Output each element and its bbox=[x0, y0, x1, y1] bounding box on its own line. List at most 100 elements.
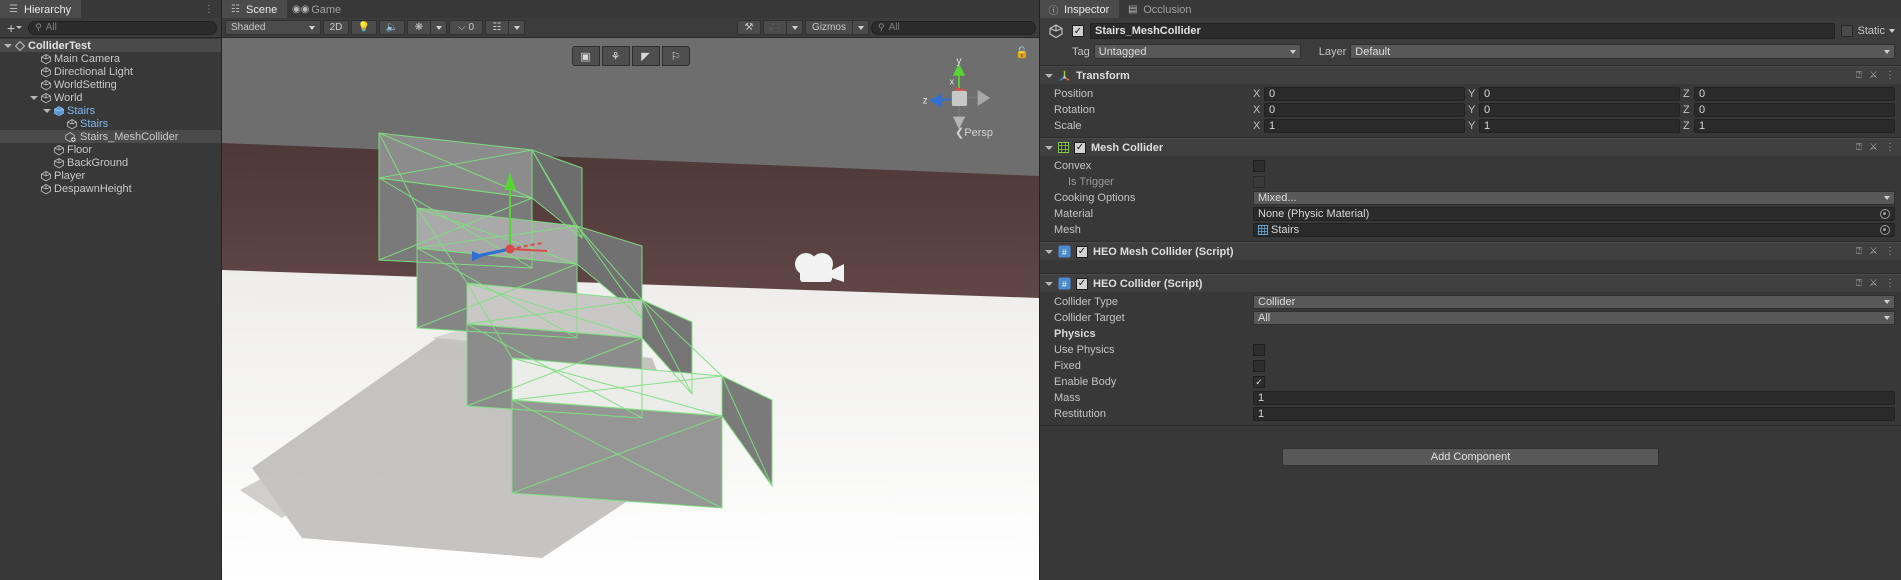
component-enabled-checkbox[interactable]: ✓ bbox=[1074, 141, 1086, 154]
object-picker-icon[interactable] bbox=[1880, 209, 1890, 219]
help-icon[interactable]: ⍰ bbox=[1856, 142, 1862, 153]
object-picker-icon[interactable] bbox=[1880, 225, 1890, 235]
grid-visibility-icon[interactable]: ☷ bbox=[485, 20, 509, 35]
hierarchy-item-floor[interactable]: Floor bbox=[0, 143, 221, 156]
toggle-2d-button[interactable]: 2D bbox=[323, 20, 349, 35]
hierarchy-item-world[interactable]: World bbox=[0, 91, 221, 104]
mass-input[interactable]: 1 bbox=[1253, 391, 1895, 405]
component-header[interactable]: ✓ Mesh Collider ⍰ ⚔ ⋮ bbox=[1040, 138, 1901, 156]
preset-icon[interactable]: ⚔ bbox=[1869, 246, 1878, 257]
component-header[interactable]: # ✓ HEO Collider (Script) ⍰ ⚔ ⋮ bbox=[1040, 274, 1901, 292]
help-icon[interactable]: ⍰ bbox=[1856, 70, 1862, 81]
tab-scene[interactable]: ☷ Scene bbox=[222, 0, 288, 18]
help-icon[interactable]: ⍰ bbox=[1856, 278, 1862, 289]
tag-dropdown[interactable]: Untagged bbox=[1093, 44, 1301, 59]
component-header[interactable]: Transform ⍰ ⚔ ⋮ bbox=[1040, 66, 1901, 84]
scene-tools-icon[interactable]: ⚒ bbox=[737, 20, 761, 35]
paint-tool-icon[interactable]: ◤ bbox=[631, 46, 660, 66]
hierarchy-item-directional-light[interactable]: Directional Light bbox=[0, 65, 221, 78]
rotation-x-input[interactable]: 0 bbox=[1264, 103, 1465, 117]
hierarchy-item-stairs[interactable]: Stairs bbox=[0, 117, 221, 130]
kebab-menu-icon[interactable]: ⋮ bbox=[1885, 142, 1895, 153]
light-probe-icon[interactable]: ⚘ bbox=[601, 46, 630, 66]
expand-arrow-icon[interactable] bbox=[1045, 73, 1053, 78]
create-object-button[interactable]: + bbox=[4, 21, 25, 35]
static-checkbox[interactable] bbox=[1841, 25, 1854, 37]
scale-z-input[interactable]: 1 bbox=[1694, 119, 1895, 133]
hierarchy-item-collidertest[interactable]: ColliderTest bbox=[0, 39, 221, 52]
scale-y-input[interactable]: 1 bbox=[1479, 119, 1680, 133]
rotation-y-input[interactable]: 0 bbox=[1479, 103, 1680, 117]
hierarchy-item-stairs-meshcollider[interactable]: Stairs_MeshCollider bbox=[0, 130, 221, 143]
hierarchy-item-player[interactable]: Player bbox=[0, 169, 221, 182]
flag-tool-icon[interactable]: ⚐ bbox=[661, 46, 690, 66]
expand-arrow-icon[interactable] bbox=[2, 43, 13, 48]
hierarchy-item-despawnheight[interactable]: DespawnHeight bbox=[0, 182, 221, 195]
expand-arrow-icon[interactable] bbox=[28, 95, 39, 100]
hierarchy-item-background[interactable]: BackGround bbox=[0, 156, 221, 169]
restitution-input[interactable]: 1 bbox=[1253, 407, 1895, 421]
kebab-menu-icon[interactable]: ⋮ bbox=[1885, 70, 1895, 81]
expand-arrow-icon[interactable] bbox=[41, 108, 52, 113]
material-object-field[interactable]: None (Physic Material) bbox=[1253, 207, 1895, 221]
chevron-down-icon[interactable] bbox=[431, 20, 447, 35]
scale-x-input[interactable]: 1 bbox=[1264, 119, 1465, 133]
component-header[interactable]: # ✓ HEO Mesh Collider (Script) ⍰ ⚔ ⋮ bbox=[1040, 242, 1901, 260]
collider-type-dropdown[interactable]: Collider bbox=[1253, 295, 1895, 309]
hierarchy-item-stairs[interactable]: Stairs bbox=[0, 104, 221, 117]
kebab-menu-icon[interactable]: ⋮ bbox=[1885, 278, 1895, 289]
object-enabled-checkbox[interactable]: ✓ bbox=[1072, 25, 1084, 37]
hidden-objects-button[interactable]: ⌵ 0 bbox=[449, 20, 483, 35]
scene-projection-label[interactable]: ❮Persp bbox=[955, 126, 993, 139]
expand-arrow-icon[interactable] bbox=[1045, 281, 1053, 286]
convex-checkbox[interactable] bbox=[1253, 160, 1265, 172]
rotation-z-input[interactable]: 0 bbox=[1694, 103, 1895, 117]
hierarchy-item-main-camera[interactable]: Main Camera bbox=[0, 52, 221, 65]
object-name-input[interactable]: Stairs_MeshCollider bbox=[1090, 23, 1836, 39]
enable-body-checkbox[interactable]: ✓ bbox=[1253, 376, 1265, 388]
tab-occlusion[interactable]: ▤ Occlusion bbox=[1119, 0, 1202, 18]
static-toggle[interactable]: Static bbox=[1841, 25, 1895, 37]
help-icon[interactable]: ⍰ bbox=[1856, 246, 1862, 257]
tab-inspector[interactable]: ⓘ Inspector bbox=[1040, 0, 1120, 18]
add-component-button[interactable]: Add Component bbox=[1282, 448, 1659, 466]
expand-arrow-icon[interactable] bbox=[1045, 249, 1053, 254]
scene-lock-icon[interactable]: 🔓 bbox=[1015, 46, 1029, 59]
speaker-icon[interactable]: 🔈 bbox=[379, 20, 405, 35]
gizmos-button[interactable]: Gizmos bbox=[805, 20, 853, 35]
preset-icon[interactable]: ⚔ bbox=[1869, 70, 1878, 81]
component-enabled-checkbox[interactable]: ✓ bbox=[1076, 277, 1088, 290]
lightbulb-icon[interactable]: 💡 bbox=[351, 20, 377, 35]
move-tool-icon[interactable]: ▣ bbox=[571, 46, 600, 66]
component-enabled-checkbox[interactable]: ✓ bbox=[1076, 245, 1088, 258]
collider-target-dropdown[interactable]: All bbox=[1253, 311, 1895, 325]
preset-icon[interactable]: ⚔ bbox=[1869, 142, 1878, 153]
expand-arrow-icon[interactable] bbox=[1045, 145, 1053, 150]
fixed-checkbox[interactable] bbox=[1253, 360, 1265, 372]
preset-icon[interactable]: ⚔ bbox=[1869, 278, 1878, 289]
chevron-down-icon[interactable] bbox=[1889, 29, 1895, 33]
tab-hierarchy[interactable]: ☰ Hierarchy bbox=[0, 0, 82, 18]
kebab-menu-icon[interactable]: ⋮ bbox=[204, 4, 214, 15]
kebab-menu-icon[interactable]: ⋮ bbox=[1885, 246, 1895, 257]
position-y-input[interactable]: 0 bbox=[1479, 87, 1680, 101]
tab-game[interactable]: ◉◉ Game bbox=[287, 0, 352, 18]
shading-mode-dropdown[interactable]: Shaded bbox=[225, 20, 321, 35]
cooking-options-dropdown[interactable]: Mixed... bbox=[1253, 191, 1895, 205]
scene-viewport[interactable]: ▣ ⚘ ◤ ⚐ 🔓 y z x ❮Persp bbox=[222, 38, 1039, 580]
position-z-input[interactable]: 0 bbox=[1694, 87, 1895, 101]
is-trigger-checkbox[interactable] bbox=[1253, 176, 1265, 188]
scene-search-input[interactable]: ⚲ All bbox=[871, 20, 1036, 35]
mesh-object-field[interactable]: Stairs bbox=[1253, 223, 1895, 237]
layer-dropdown[interactable]: Default bbox=[1350, 44, 1895, 59]
chevron-down-icon[interactable] bbox=[853, 20, 869, 35]
use-physics-checkbox[interactable] bbox=[1253, 344, 1265, 356]
hierarchy-search-input[interactable]: ⚲ All bbox=[28, 20, 217, 35]
effects-icon[interactable]: ❋ bbox=[407, 20, 431, 35]
hierarchy-item-worldsetting[interactable]: WorldSetting bbox=[0, 78, 221, 91]
position-x-input[interactable]: 0 bbox=[1264, 87, 1465, 101]
scene-camera-icon[interactable]: 🎥 bbox=[763, 20, 787, 35]
chevron-down-icon[interactable] bbox=[509, 20, 525, 35]
hierarchy-tree[interactable]: ColliderTest Main Camera Directional Light… bbox=[0, 38, 221, 580]
chevron-down-icon[interactable] bbox=[787, 20, 803, 35]
